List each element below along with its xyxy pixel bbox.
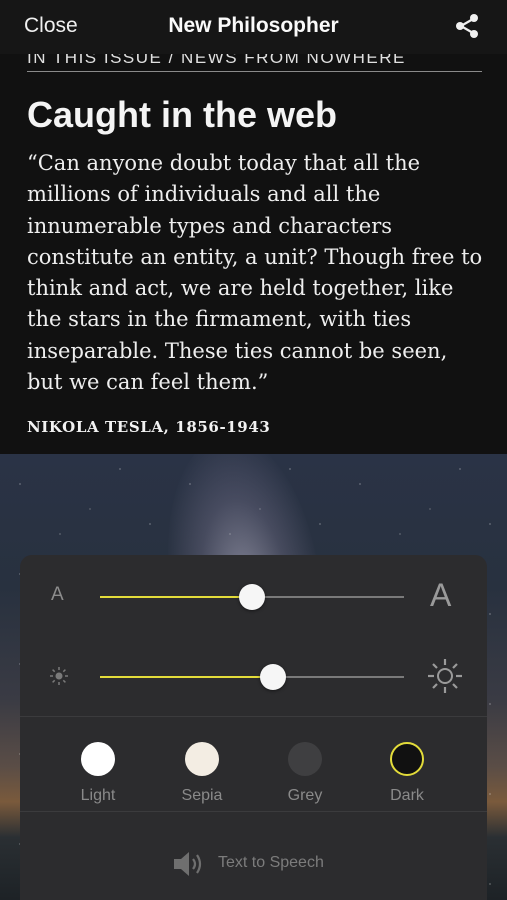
text-to-speech-button[interactable]: Text to Speech [20, 823, 487, 900]
font-size-slider-fill [100, 596, 252, 598]
brightness-slider-fill [100, 676, 274, 678]
font-size-large-label: A [430, 577, 452, 613]
navigation-bar: Close New Philosopher [0, 0, 507, 54]
theme-picker: Light Sepia Grey Dark [20, 732, 487, 812]
text-to-speech-label: Text to Speech [218, 854, 324, 871]
speaker-icon [174, 852, 202, 876]
theme-sepia-swatch[interactable] [185, 742, 219, 776]
theme-grey[interactable]: Grey [255, 742, 355, 805]
share-icon[interactable] [453, 12, 481, 40]
brightness-slider[interactable] [100, 664, 404, 690]
theme-sepia[interactable]: Sepia [152, 742, 252, 805]
divider [20, 716, 487, 717]
theme-dark-label: Dark [390, 787, 424, 804]
theme-light[interactable]: Light [48, 742, 148, 805]
article-headline: Caught in the web [27, 94, 337, 135]
reading-settings-panel: A A Light Sepia Grey Dark Text to Speech [20, 555, 487, 900]
theme-sepia-label: Sepia [181, 787, 223, 804]
theme-dark[interactable]: Dark [357, 742, 457, 805]
font-size-slider[interactable] [100, 584, 404, 610]
page-title: New Philosopher [168, 14, 339, 37]
divider [27, 71, 482, 72]
theme-dark-swatch[interactable] [390, 742, 424, 776]
brightness-slider-thumb[interactable] [260, 664, 287, 690]
divider [20, 811, 487, 812]
quote-attribution: NIKOLA TESLA, 1856-1943 [27, 418, 271, 436]
sun-large-icon [428, 659, 462, 693]
theme-light-label: Light [80, 787, 116, 804]
theme-light-swatch[interactable] [81, 742, 115, 776]
font-size-slider-thumb[interactable] [239, 584, 265, 610]
article-body: IN THIS ISSUE / NEWS FROM NOWHERE Caught… [0, 54, 507, 454]
font-size-small-label: A [51, 584, 64, 605]
section-kicker: IN THIS ISSUE / NEWS FROM NOWHERE [27, 54, 406, 67]
article-quote: “Can anyone doubt today that all the mil… [27, 151, 483, 395]
theme-grey-swatch[interactable] [288, 742, 322, 776]
theme-grey-label: Grey [287, 787, 323, 804]
sun-small-icon [50, 667, 68, 685]
